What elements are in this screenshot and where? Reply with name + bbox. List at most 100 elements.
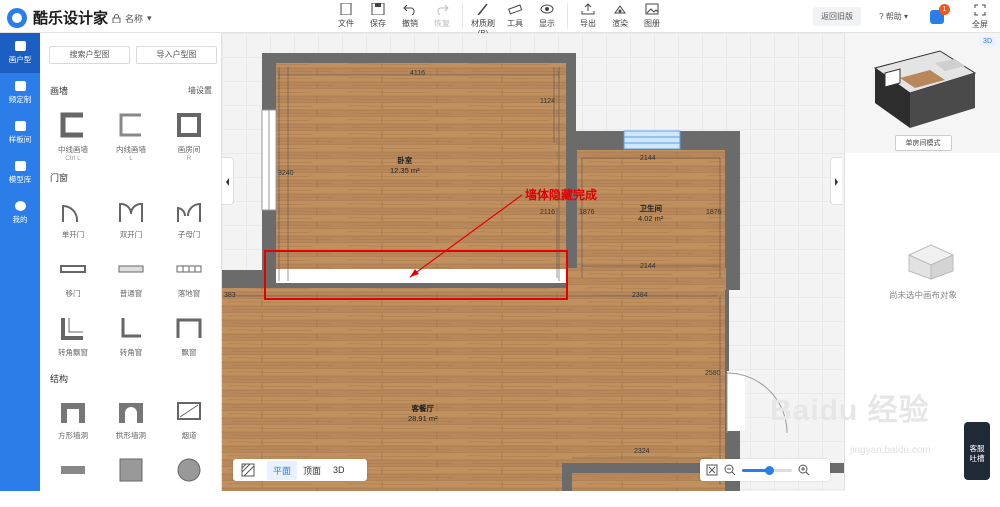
- double-door-icon: [119, 202, 143, 222]
- custom-icon: [14, 81, 26, 91]
- zoom-out-icon[interactable]: [724, 464, 736, 476]
- nav-showroom[interactable]: 样板间: [0, 113, 40, 153]
- texture-toggle-icon[interactable]: [239, 462, 261, 478]
- nav-model-library[interactable]: 模型库: [0, 153, 40, 193]
- floor-plan[interactable]: [222, 33, 844, 491]
- hidden-wall[interactable]: [276, 269, 566, 283]
- square-opening-icon: [61, 403, 85, 423]
- nav-floorplan[interactable]: 画户型: [0, 33, 40, 73]
- sliding-door-button[interactable]: 移门: [44, 247, 102, 306]
- wall-center-icon: [60, 112, 83, 138]
- 3d-view-button[interactable]: 3D: [980, 37, 995, 46]
- square-opening-button[interactable]: 方形墙洞: [44, 389, 102, 448]
- empty-box-icon: [907, 244, 955, 280]
- message-icon[interactable]: 1: [930, 3, 950, 24]
- corner-bay-window-button[interactable]: 转角飘窗: [44, 306, 102, 365]
- single-door-button[interactable]: 单开门: [44, 188, 102, 247]
- single-door-icon: [62, 204, 78, 222]
- arch-opening-button[interactable]: 拱形墙洞: [102, 389, 160, 448]
- logo-text: 酷乐设计家: [33, 10, 109, 27]
- room-label-bathroom[interactable]: 卫生间 4.02 m²: [638, 204, 663, 224]
- render-icon: [614, 5, 626, 14]
- collapse-right-panel-button[interactable]: [830, 157, 842, 205]
- wall-settings-link[interactable]: 墙设置: [188, 85, 212, 96]
- toolbar-divider: [567, 3, 568, 29]
- collapse-left-panel-button[interactable]: [222, 157, 234, 205]
- room-label-bedroom[interactable]: 卧室 12.35 m²: [390, 156, 420, 176]
- top-right-controls: 返回旧版 ? 帮助 ▾ 1 全屏: [813, 0, 1000, 33]
- mother-child-door-button[interactable]: 子母门: [160, 188, 218, 247]
- beam-button[interactable]: [44, 448, 102, 507]
- view-3d-tab[interactable]: 3D: [327, 465, 351, 475]
- nav-mine[interactable]: 我的: [0, 193, 40, 233]
- door-opening[interactable]: [727, 371, 745, 431]
- lock-icon: [112, 14, 121, 23]
- help-label: 帮助: [885, 12, 902, 21]
- floorplan-icon: [14, 41, 26, 51]
- zoom-slider[interactable]: [742, 465, 792, 475]
- corner-window-icon: [121, 318, 141, 338]
- logo[interactable]: 酷乐设计家: [7, 7, 108, 28]
- mother-child-door-icon: [177, 202, 201, 222]
- help-dropdown[interactable]: ? 帮助 ▾: [879, 11, 908, 22]
- house-3d-thumbnail: [873, 50, 977, 128]
- round-column-button[interactable]: [160, 448, 218, 507]
- dim-label: 2384: [632, 292, 648, 299]
- view-ceiling-tab[interactable]: 顶面: [297, 464, 327, 477]
- support-widget[interactable]: 客服 吐槽: [964, 422, 990, 480]
- wall-inner-icon: [119, 113, 141, 137]
- eye-icon: [540, 4, 554, 14]
- floor-window-icon: [176, 265, 202, 273]
- draw-wall-center-button[interactable]: 中线画墙 Ctrl L: [44, 103, 102, 162]
- back-old-version-button[interactable]: 返回旧版: [813, 7, 862, 26]
- square-column-icon: [119, 458, 143, 482]
- save-icon: [371, 3, 385, 15]
- room-label-living-dining[interactable]: 客餐厅 28.91 m²: [408, 404, 438, 424]
- fit-screen-icon[interactable]: [706, 464, 718, 476]
- window-button[interactable]: 普通窗: [102, 247, 160, 306]
- zoom-bar: [700, 459, 830, 481]
- bay-window-button[interactable]: 飘窗: [160, 306, 218, 365]
- message-badge: 1: [939, 3, 950, 15]
- section-title-doors: 门窗: [50, 173, 69, 183]
- single-room-mode-button[interactable]: 单房间模式: [894, 135, 952, 151]
- draw-room-button[interactable]: 画房间 R: [160, 103, 218, 162]
- file-name-dropdown[interactable]: 名称 ▾: [112, 12, 152, 25]
- draw-wall-inner-button[interactable]: 内线画墙 L: [102, 103, 160, 162]
- flue-button[interactable]: 烟道: [160, 389, 218, 448]
- chevron-down-icon: ▾: [147, 13, 152, 23]
- corner-window-button[interactable]: 转角窗: [102, 306, 160, 365]
- view-plan-tab[interactable]: 平面: [267, 460, 298, 480]
- cube-icon: [14, 161, 26, 171]
- nav-custom[interactable]: 频定制: [0, 73, 40, 113]
- floor-window-button[interactable]: 落地窗: [160, 247, 218, 306]
- logo-icon: [7, 7, 27, 28]
- dim-label: 1876: [579, 209, 595, 216]
- structure-tools: 方形墙洞 拱形墙洞 烟道: [44, 389, 218, 507]
- import-floorplan-button[interactable]: 导入户型图: [136, 46, 217, 64]
- fullscreen-button[interactable]: 全屏: [966, 4, 994, 30]
- dim-label: 2144: [640, 263, 656, 270]
- double-door-button[interactable]: 双开门: [102, 188, 160, 247]
- sliding-door-icon: [60, 265, 86, 273]
- square-column-button[interactable]: [102, 448, 160, 507]
- watermark-url: jingyan.baidu.com: [850, 445, 931, 456]
- flue-icon: [177, 402, 201, 420]
- album-icon: [645, 3, 659, 15]
- help-icon: ?: [879, 12, 884, 21]
- search-floorplan-button[interactable]: 搜索户型图: [49, 46, 130, 64]
- drawing-canvas[interactable]: 卧室 12.35 m² 卫生间 4.02 m² 客餐厅 28.91 m² 4116 1…: [222, 33, 844, 491]
- dim-label: 2116: [540, 209, 556, 216]
- view-mode-bar: 平面 顶面 3D: [233, 459, 367, 481]
- zoom-slider-handle[interactable]: [765, 465, 774, 475]
- window-icon: [118, 265, 144, 273]
- fullscreen-icon: [974, 4, 986, 15]
- door-window-tools: 单开门 双开门 子母门 移门 普通窗 落地窗 转角飘窗 转角窗 飘窗: [44, 188, 218, 365]
- brush-icon: [477, 3, 488, 15]
- zoom-in-icon[interactable]: [798, 464, 810, 476]
- dim-label: 2324: [634, 448, 650, 455]
- dim-label: 2144: [640, 155, 656, 162]
- support-label: 客服: [969, 444, 985, 453]
- chevron-down-icon: ▾: [903, 12, 908, 21]
- bathroom-window[interactable]: [623, 130, 681, 150]
